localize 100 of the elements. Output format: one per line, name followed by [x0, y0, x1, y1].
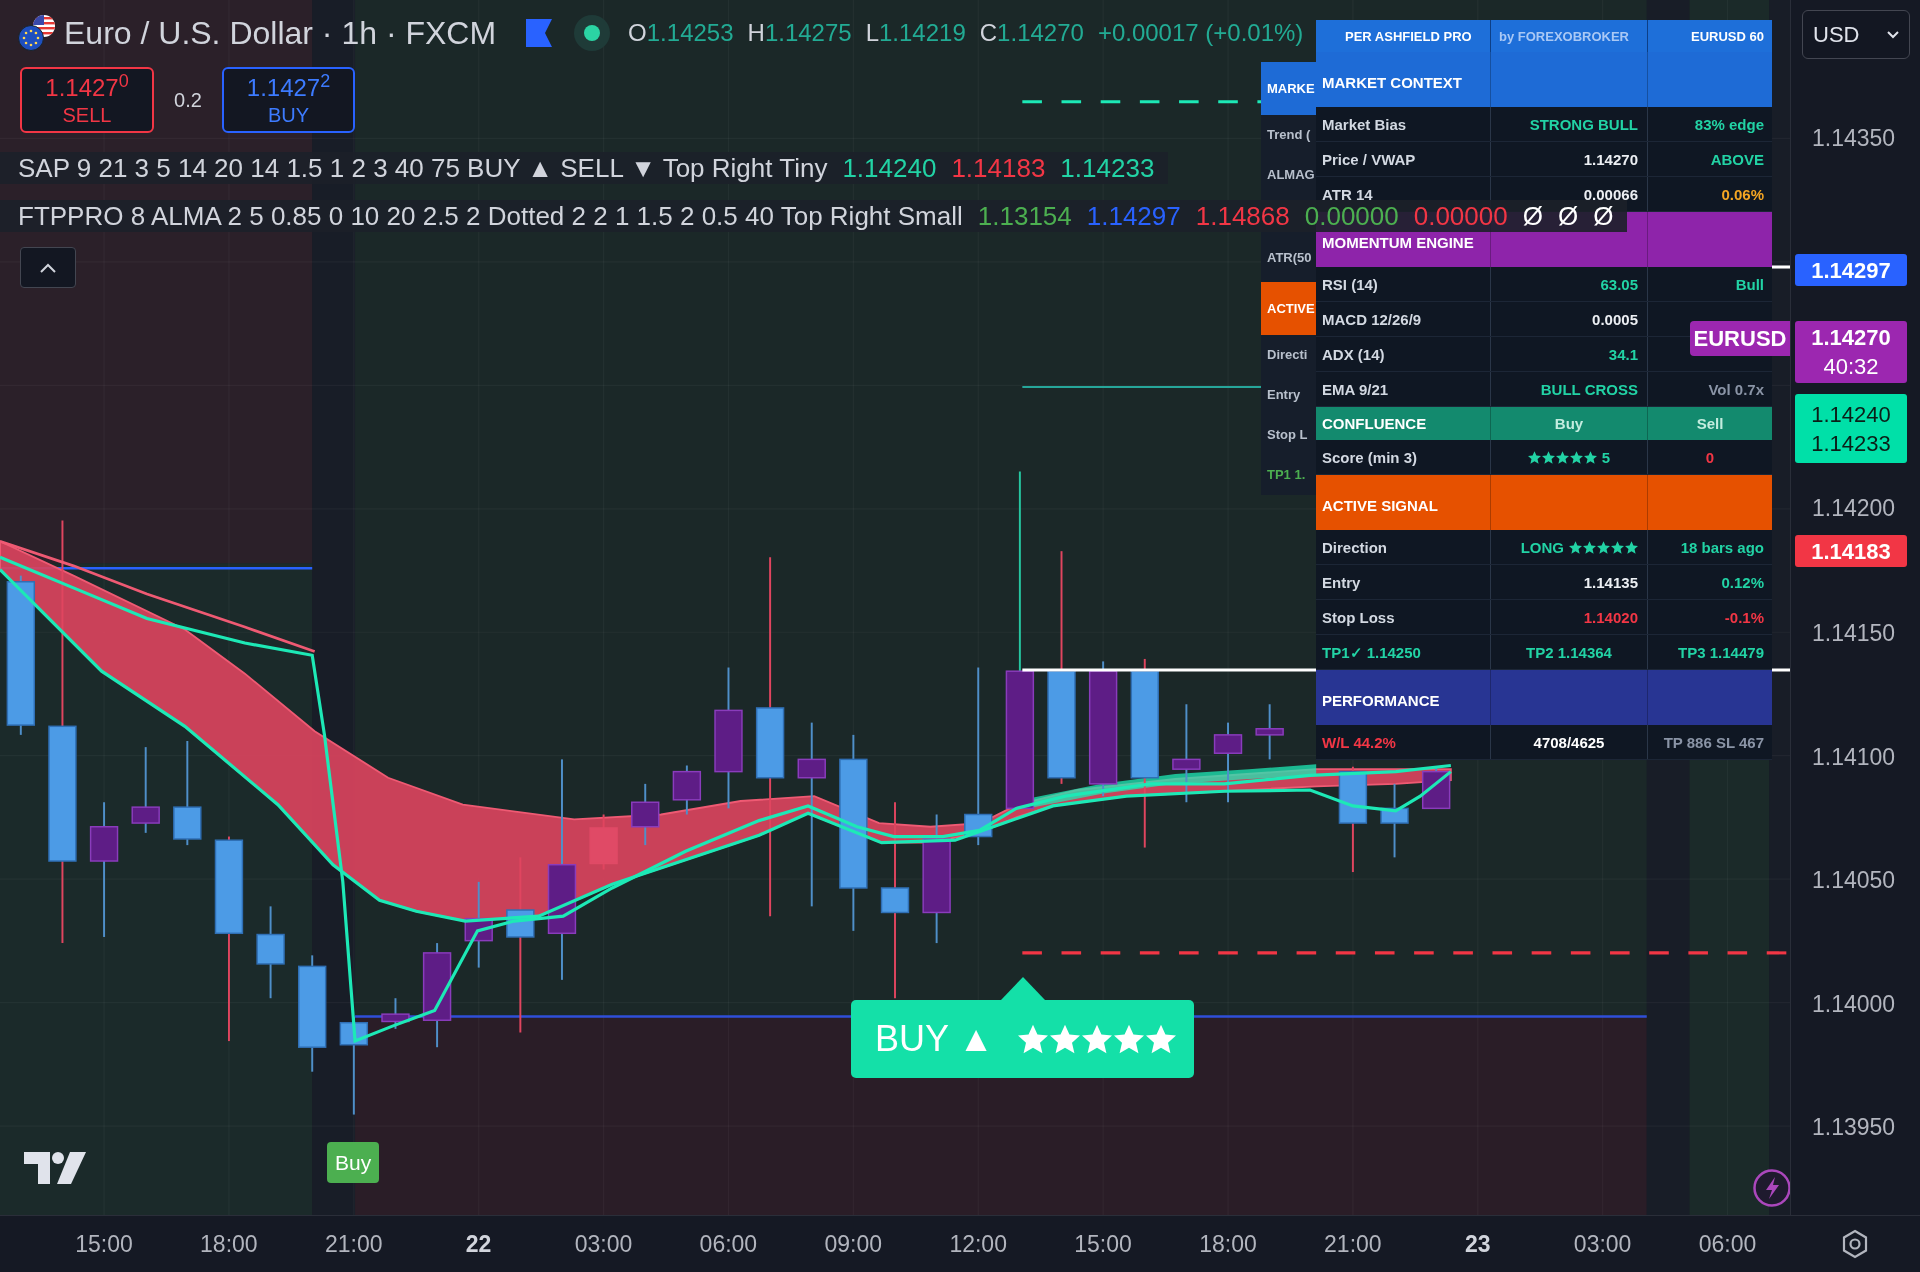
row-value: 0.0005: [1592, 311, 1638, 327]
row-note: 0.06%: [1721, 186, 1764, 202]
row-label: Stop Loss: [1322, 609, 1395, 625]
lightning-icon[interactable]: [1753, 1169, 1790, 1207]
star-icon: [1611, 540, 1624, 554]
star-icon: [1541, 450, 1555, 464]
row-label: RSI (14): [1322, 276, 1378, 292]
row-note: TP3 1.14479: [1678, 644, 1764, 660]
indicator-value: 1.13154: [977, 203, 1072, 229]
star-icon: [1146, 1024, 1176, 1054]
back-table-section: ACTIVE: [1261, 282, 1316, 335]
indicator-value: 1.14233: [1060, 155, 1155, 181]
row-value: 1.14270: [1583, 151, 1638, 167]
star-icon: [1082, 1024, 1112, 1054]
row-note: 18 bars ago: [1680, 539, 1764, 555]
price-tick: 1.14050: [1812, 866, 1896, 894]
time-tick: 06:00: [699, 1229, 758, 1259]
indicator-value: Ø: [1522, 203, 1543, 229]
time-tick: 21:00: [324, 1229, 383, 1259]
star-icon: [1555, 450, 1569, 464]
column-label: Buy: [1554, 416, 1584, 431]
row-value: 63.05: [1600, 276, 1638, 292]
star-icon: [1583, 540, 1596, 554]
price-tick: 1.13950: [1812, 1113, 1896, 1141]
row-label: Entry: [1322, 574, 1361, 590]
flag-icon: [526, 19, 553, 47]
star-icon: [1050, 1024, 1080, 1054]
table-author: by FOREXOBROKER: [1499, 29, 1629, 43]
star-icon: [1527, 450, 1541, 464]
star-icon: [1583, 450, 1597, 464]
row-value: 5: [1601, 449, 1611, 465]
row-note: -0.1%: [1724, 609, 1764, 625]
row-value: TP2 1.14364: [1526, 644, 1612, 660]
price-label: 1.14270 40:32: [1795, 321, 1907, 383]
time-tick: 22: [465, 1229, 492, 1259]
row-note: TP 886 SL 467: [1663, 734, 1764, 750]
row-value: BULL CROSS: [1540, 381, 1638, 397]
symbol-tag: EURUSD: [1690, 321, 1790, 356]
indicator-value: 1.14868: [1195, 203, 1290, 229]
row-label: Price / VWAP: [1322, 151, 1416, 167]
time-tick: 03:00: [574, 1229, 633, 1259]
candle: [1255, 703, 1284, 761]
back-table-label: ALMAG: [1267, 166, 1315, 185]
star-icon: [1114, 1024, 1144, 1054]
star-icon: [1569, 540, 1582, 554]
table-symbol: EURUSD 60: [1691, 29, 1764, 43]
row-label: Direction: [1322, 539, 1387, 555]
back-table-label: Entry: [1267, 386, 1301, 405]
row-value: 0.00066: [1583, 186, 1638, 202]
row-note: Vol 0.7x: [1708, 381, 1764, 397]
time-tick: 09:00: [824, 1229, 883, 1259]
buy-button[interactable]: 1.1427$^{2}$ BUY: [222, 67, 355, 133]
level-line: [1771, 265, 1790, 269]
time-tick: 15:00: [75, 1229, 133, 1259]
row-note: 0: [1705, 449, 1715, 465]
signal-marker: Buy: [327, 1142, 380, 1183]
back-table-label: TP1 1.: [1267, 466, 1306, 485]
section-title: MARKET CONTEXT: [1322, 75, 1462, 90]
candle: [589, 813, 618, 871]
price-tick: 1.14350: [1812, 124, 1896, 152]
back-table-label: Stop L: [1267, 426, 1308, 445]
column-label: Sell: [1696, 416, 1724, 431]
star-icon: [1625, 540, 1638, 554]
star-icon: [1597, 540, 1610, 554]
currency-flags-icon: [18, 15, 56, 51]
price-tick: 1.14100: [1812, 743, 1896, 771]
price-label: 1.14240 1.14233: [1795, 394, 1907, 463]
row-value: 1.14135: [1583, 574, 1638, 590]
time-tick: 06:00: [1698, 1229, 1757, 1259]
indicator-value: 1.14183: [951, 155, 1046, 181]
sell-button[interactable]: 1.1427$^{0}$ SELL: [20, 67, 154, 133]
indicator-value: Ø: [1557, 203, 1579, 229]
back-table-section: MARKE: [1261, 62, 1316, 115]
star-icon: [1569, 450, 1583, 464]
currency-dropdown[interactable]: USD: [1802, 10, 1910, 59]
row-label: W/L 44.2%: [1322, 734, 1396, 750]
row-label: EMA 9/21: [1322, 381, 1389, 397]
indicator-value: 0.00000: [1304, 203, 1399, 229]
collapse-toggle-button[interactable]: [20, 247, 76, 288]
settings-icon[interactable]: [1840, 1229, 1870, 1259]
signal-text: BUY ▲: [875, 1021, 994, 1057]
row-note: 83% edge: [1694, 116, 1764, 132]
row-label: ATR 14: [1322, 186, 1373, 202]
price-tick: 1.14150: [1812, 619, 1896, 647]
indicator-value: 1.14240: [842, 155, 937, 181]
row-label: TP1✓ 1.14250: [1322, 644, 1421, 660]
ohlc-value: H1.14275: [747, 21, 852, 45]
row-label: MACD 12/26/9: [1322, 311, 1422, 327]
indicator-name: SAP 9 21 3 5 14 20 14 1.5 1 2 3 40 75 BUY ▲ SELL ▼ Top Right Tiny: [18, 155, 828, 181]
row-label: ADX (14): [1322, 346, 1385, 362]
section-title: CONFLUENCE: [1322, 416, 1427, 431]
indicator-value: 0.00000: [1413, 203, 1508, 229]
spread-value: 0.2: [174, 88, 202, 113]
candle: [631, 782, 660, 847]
symbol-title: Euro / U.S. Dollar · 1h · FXCM: [64, 17, 497, 49]
row-label: Market Bias: [1322, 116, 1407, 132]
ohlc-value: O1.14253: [628, 21, 734, 45]
row-note: ABOVE: [1710, 151, 1764, 167]
logo-icon: [24, 1151, 86, 1185]
section-title: PERFORMANCE: [1322, 693, 1440, 708]
